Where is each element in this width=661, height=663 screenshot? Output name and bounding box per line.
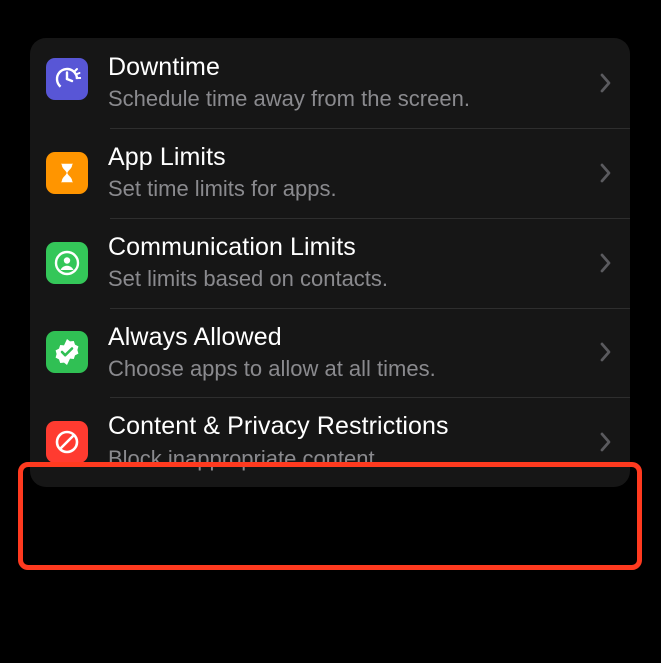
row-text: App Limits Set time limits for apps. — [108, 142, 590, 204]
row-title: Content & Privacy Restrictions — [108, 411, 590, 442]
row-subtitle: Set time limits for apps. — [108, 175, 590, 204]
row-communication-limits[interactable]: Communication Limits Set limits based on… — [30, 218, 630, 308]
downtime-clock-icon — [46, 58, 88, 100]
row-title: Downtime — [108, 52, 590, 83]
row-title: Communication Limits — [108, 232, 590, 263]
row-text: Downtime Schedule time away from the scr… — [108, 52, 590, 114]
seal-check-icon — [46, 331, 88, 373]
row-text: Always Allowed Choose apps to allow at a… — [108, 322, 590, 384]
settings-list: Downtime Schedule time away from the scr… — [30, 38, 630, 487]
row-title: App Limits — [108, 142, 590, 173]
row-subtitle: Choose apps to allow at all times. — [108, 355, 590, 384]
chevron-right-icon — [600, 163, 612, 183]
chevron-right-icon — [600, 253, 612, 273]
row-subtitle: Schedule time away from the screen. — [108, 85, 590, 114]
row-text: Content & Privacy Restrictions Block ina… — [108, 411, 590, 473]
row-always-allowed[interactable]: Always Allowed Choose apps to allow at a… — [30, 308, 630, 398]
row-title: Always Allowed — [108, 322, 590, 353]
row-content-privacy[interactable]: Content & Privacy Restrictions Block ina… — [30, 397, 630, 487]
row-downtime[interactable]: Downtime Schedule time away from the scr… — [30, 38, 630, 128]
row-subtitle: Block inappropriate content. — [108, 445, 590, 474]
chevron-right-icon — [600, 432, 612, 452]
row-text: Communication Limits Set limits based on… — [108, 232, 590, 294]
no-symbol-icon — [46, 421, 88, 463]
row-subtitle: Set limits based on contacts. — [108, 265, 590, 294]
chevron-right-icon — [600, 342, 612, 362]
hourglass-icon — [46, 152, 88, 194]
contact-circle-icon — [46, 242, 88, 284]
row-app-limits[interactable]: App Limits Set time limits for apps. — [30, 128, 630, 218]
chevron-right-icon — [600, 73, 612, 93]
